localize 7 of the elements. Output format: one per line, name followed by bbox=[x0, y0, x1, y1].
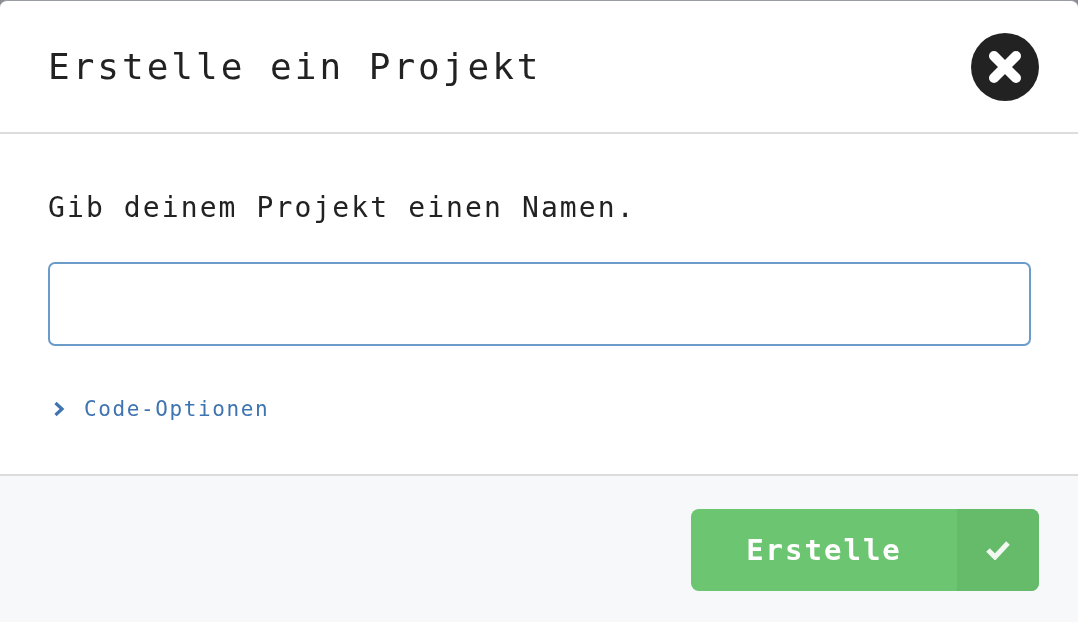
check-icon bbox=[957, 509, 1039, 591]
dialog-title: Erstelle ein Projekt bbox=[48, 44, 542, 89]
project-name-field[interactable] bbox=[48, 262, 1031, 346]
code-options-toggle[interactable]: Code-Optionen bbox=[48, 394, 270, 424]
prompt-text: Gib deinem Projekt einen Namen. bbox=[48, 190, 636, 226]
close-button[interactable] bbox=[971, 32, 1039, 101]
close-icon bbox=[971, 32, 1039, 101]
